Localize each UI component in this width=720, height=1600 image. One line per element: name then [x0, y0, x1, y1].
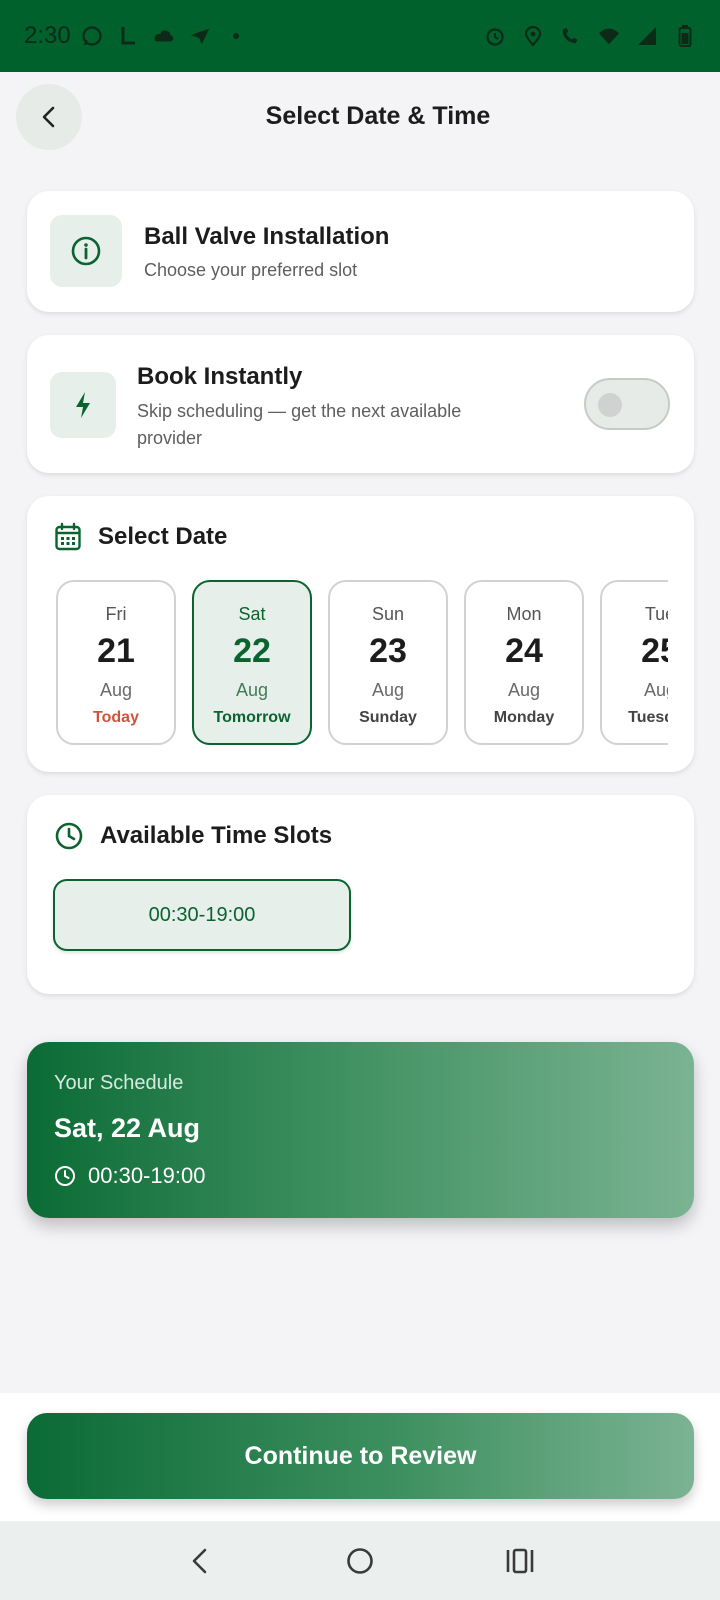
select-date-card: Select Date Fri 21 Aug Today Sat 22 Aug … — [27, 496, 694, 772]
service-title: Ball Valve Installation — [144, 223, 390, 250]
schedule-label: Your Schedule — [54, 1072, 184, 1094]
date-chip-mon-24[interactable]: Mon 24 Aug Monday — [464, 580, 584, 745]
date-label: Today — [93, 709, 139, 726]
schedule-summary-card: Your Schedule Sat, 22 Aug 00:30-19:00 — [27, 1042, 694, 1218]
location-icon — [522, 25, 544, 47]
clock-icon — [55, 1166, 75, 1186]
date-chip-fri-21[interactable]: Fri 21 Aug Today — [56, 580, 176, 745]
book-instantly-title: Book Instantly — [137, 363, 303, 390]
nav-back-icon — [192, 1548, 207, 1573]
date-day: 22 — [233, 632, 271, 670]
service-card: Ball Valve Installation Choose your pref… — [27, 191, 694, 312]
date-label: Tuesday — [628, 709, 668, 726]
date-chip-tue-25[interactable]: Tue 25 Aug Tuesday — [600, 580, 668, 745]
status-bar: 2:30 — [0, 0, 720, 72]
nav-back-button[interactable] — [170, 1531, 230, 1591]
date-day: 21 — [97, 632, 135, 670]
date-month: Aug — [507, 680, 541, 700]
nav-home-button[interactable] — [330, 1531, 390, 1591]
wifi-call-icon — [560, 25, 582, 47]
status-time: 2:30 — [24, 22, 71, 49]
alarm-icon — [484, 25, 506, 47]
date-month: Aug — [235, 680, 269, 700]
date-dow: Mon — [506, 604, 542, 624]
schedule-time-row: 00:30-19:00 — [54, 1163, 205, 1189]
date-chip-sat-22[interactable]: Sat 22 Aug Tomorrow — [192, 580, 312, 745]
dot-icon — [225, 25, 247, 47]
send-icon — [189, 25, 211, 47]
signal-icon — [636, 25, 658, 47]
book-instantly-toggle[interactable] — [584, 378, 670, 430]
time-slot-button[interactable]: 00:30-19:00 — [53, 879, 351, 951]
info-icon — [71, 236, 101, 266]
clock-icon — [55, 822, 83, 850]
date-dow: Fri — [105, 604, 127, 624]
date-month: Aug — [371, 680, 405, 700]
service-subtitle: Choose your preferred slot — [144, 260, 358, 280]
cloud-icon — [153, 25, 175, 47]
date-day: 25 — [641, 632, 668, 670]
wifi-icon — [598, 25, 620, 47]
system-nav-bar — [0, 1521, 720, 1600]
time-slots-title: Available Time Slots — [100, 822, 333, 849]
time-slots-header: Available Time Slots — [54, 821, 332, 851]
date-day: 24 — [505, 632, 543, 670]
toggle-knob — [598, 393, 622, 417]
time-slots-card: Available Time Slots 00:30-19:00 — [27, 795, 694, 994]
whatsapp-icon — [81, 25, 103, 47]
select-date-header: Select Date — [54, 522, 227, 552]
book-instantly-subtitle: Skip scheduling — get the next available… — [137, 401, 462, 448]
page-title: Select Date & Time — [265, 102, 491, 130]
date-label: Sunday — [359, 709, 417, 726]
battery-icon — [674, 25, 696, 47]
date-strip[interactable]: Fri 21 Aug Today Sat 22 Aug Tomorrow Sun… — [56, 580, 668, 750]
date-row: Fri 21 Aug Today Sat 22 Aug Tomorrow Sun… — [56, 580, 668, 745]
schedule-time: 00:30-19:00 — [88, 1163, 206, 1188]
book-instantly-card: Book Instantly Skip scheduling — get the… — [27, 335, 694, 473]
bolt-icon — [76, 392, 90, 418]
date-month: Aug — [99, 680, 133, 700]
info-icon-box — [50, 215, 122, 287]
nav-home-icon — [347, 1547, 373, 1574]
date-month: Aug — [643, 680, 668, 700]
nav-recents-button[interactable] — [490, 1531, 550, 1591]
nav-recents-icon — [506, 1548, 534, 1573]
select-date-title: Select Date — [98, 523, 228, 550]
date-day: 23 — [369, 632, 407, 670]
top-bar: Select Date & Time — [0, 72, 720, 168]
bottom-action-area: Continue to Review — [0, 1393, 720, 1521]
date-label: Monday — [493, 709, 555, 726]
bolt-icon-box — [50, 372, 116, 438]
schedule-date: Sat, 22 Aug — [54, 1113, 201, 1143]
date-dow: Sun — [371, 604, 405, 624]
continue-to-review-button[interactable]: Continue to Review — [27, 1413, 694, 1499]
l-app-icon — [117, 25, 139, 47]
date-dow: Sat — [238, 604, 266, 624]
calendar-icon — [55, 522, 81, 551]
status-right-icons — [484, 25, 696, 47]
date-chip-sun-23[interactable]: Sun 23 Aug Sunday — [328, 580, 448, 745]
date-dow: Tue — [644, 604, 668, 624]
date-label: Tomorrow — [213, 709, 291, 726]
status-left-icons — [81, 25, 247, 47]
